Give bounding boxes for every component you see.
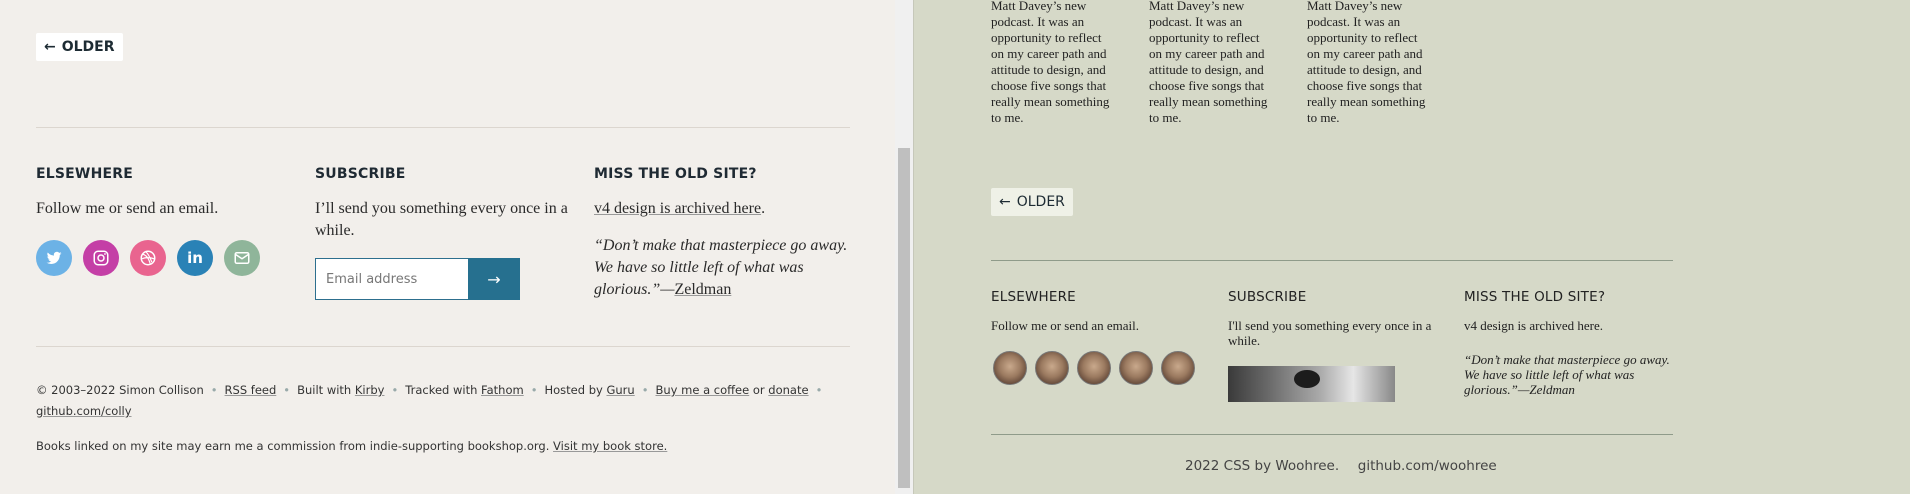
- separator-dot: •: [210, 383, 218, 397]
- footer-credit: 2022 CSS by Woohree.: [1185, 458, 1340, 474]
- elsewhere-text: Follow me or send an email.: [991, 318, 1140, 333]
- avatar-icon[interactable]: [1035, 351, 1069, 385]
- or-text: or: [752, 383, 765, 397]
- left-page-pane: ← OLDER ELSEWHERE Follow me or send an e…: [0, 0, 895, 494]
- avatar-icon[interactable]: [1119, 351, 1153, 385]
- post-excerpt: Matt Davey’s new podcast. It was an oppo…: [991, 0, 1110, 125]
- guru-link[interactable]: Guru: [606, 383, 634, 397]
- subscribe-submit-button[interactable]: →: [468, 258, 520, 300]
- twitter-icon[interactable]: [36, 240, 72, 276]
- separator-dot: •: [530, 383, 538, 397]
- old-site-text: v4 design is archived here.: [594, 198, 765, 220]
- post-excerpt: Matt Davey’s new podcast. It was an oppo…: [1307, 0, 1426, 125]
- elsewhere-heading: ELSEWHERE: [991, 289, 1076, 305]
- separator-dot: •: [815, 383, 823, 397]
- avatar-icon[interactable]: [1161, 351, 1195, 385]
- elsewhere-text: Follow me or send an email.: [36, 200, 219, 217]
- scrollbar-thumb[interactable]: [898, 148, 910, 488]
- rss-link[interactable]: RSS feed: [225, 383, 277, 397]
- separator-dot: •: [641, 383, 649, 397]
- older-button[interactable]: ← OLDER: [991, 188, 1073, 216]
- footer-github-link[interactable]: github.com/woohree: [1358, 458, 1497, 474]
- subscribe-text: I'll send you something every once in a …: [1228, 318, 1432, 348]
- divider: [36, 346, 850, 347]
- page-footer: 2022 CSS by Woohree. github.com/woohree: [1185, 458, 1497, 474]
- old-site-heading: MISS THE OLD SITE?: [1464, 289, 1606, 305]
- built-prefix: Built with: [297, 383, 352, 397]
- avatar-icon[interactable]: [993, 351, 1027, 385]
- email-input[interactable]: Email address: [315, 258, 469, 300]
- separator-dot: •: [283, 383, 291, 397]
- dog-eye: [1294, 370, 1320, 388]
- donate-link[interactable]: donate: [768, 383, 808, 397]
- archive-link[interactable]: v4 design is archived here: [594, 200, 761, 217]
- arrow-left-icon: ←: [44, 39, 56, 55]
- bookstore-link[interactable]: Visit my book store.: [553, 439, 667, 453]
- arrow-left-icon: ←: [999, 194, 1011, 210]
- kirby-link[interactable]: Kirby: [355, 383, 385, 397]
- old-site-quote: “Don’t make that masterpiece go away. We…: [1464, 352, 1670, 397]
- divider: [991, 260, 1673, 261]
- subscribe-heading: SUBSCRIBE: [1228, 289, 1307, 305]
- tracked-prefix: Tracked with: [405, 383, 478, 397]
- subscribe-heading: SUBSCRIBE: [315, 166, 406, 182]
- linkedin-icon[interactable]: in: [177, 240, 213, 276]
- divider: [991, 434, 1673, 435]
- zeldman-link[interactable]: Zeldman: [674, 281, 731, 298]
- avatar-icon[interactable]: [1077, 351, 1111, 385]
- instagram-icon[interactable]: [83, 240, 119, 276]
- old-site-text: v4 design is archived here.: [1464, 318, 1603, 333]
- bookshop-note: Books linked on my site may earn me a co…: [36, 439, 667, 453]
- fathom-link[interactable]: Fathom: [481, 383, 524, 397]
- dog-image: [1228, 366, 1395, 402]
- footer-github: github.com/colly: [36, 404, 132, 418]
- coffee-link[interactable]: Buy me a coffee: [656, 383, 750, 397]
- old-site-quote: “Don’t make that masterpiece go away. We…: [594, 235, 854, 301]
- post-excerpt: Matt Davey’s new podcast. It was an oppo…: [1149, 0, 1268, 125]
- dribbble-icon[interactable]: [130, 240, 166, 276]
- subscribe-text: I’ll send you something every once in a …: [315, 200, 568, 239]
- older-label: OLDER: [1016, 194, 1065, 210]
- older-label: OLDER: [61, 39, 115, 55]
- elsewhere-heading: ELSEWHERE: [36, 166, 133, 182]
- divider: [36, 127, 850, 128]
- hosted-prefix: Hosted by: [544, 383, 603, 397]
- bookshop-text: Books linked on my site may earn me a co…: [36, 439, 550, 453]
- old-site-heading: MISS THE OLD SITE?: [594, 166, 757, 182]
- archive-link-suffix: .: [761, 200, 766, 217]
- copyright: © 2003–2022 Simon Collison: [36, 383, 204, 397]
- footer-credits: © 2003–2022 Simon Collison • RSS feed • Buil…: [36, 383, 829, 397]
- github-link[interactable]: github.com/colly: [36, 404, 132, 418]
- separator-dot: •: [391, 383, 399, 397]
- email-icon[interactable]: [224, 240, 260, 276]
- older-button[interactable]: ← OLDER: [36, 33, 123, 61]
